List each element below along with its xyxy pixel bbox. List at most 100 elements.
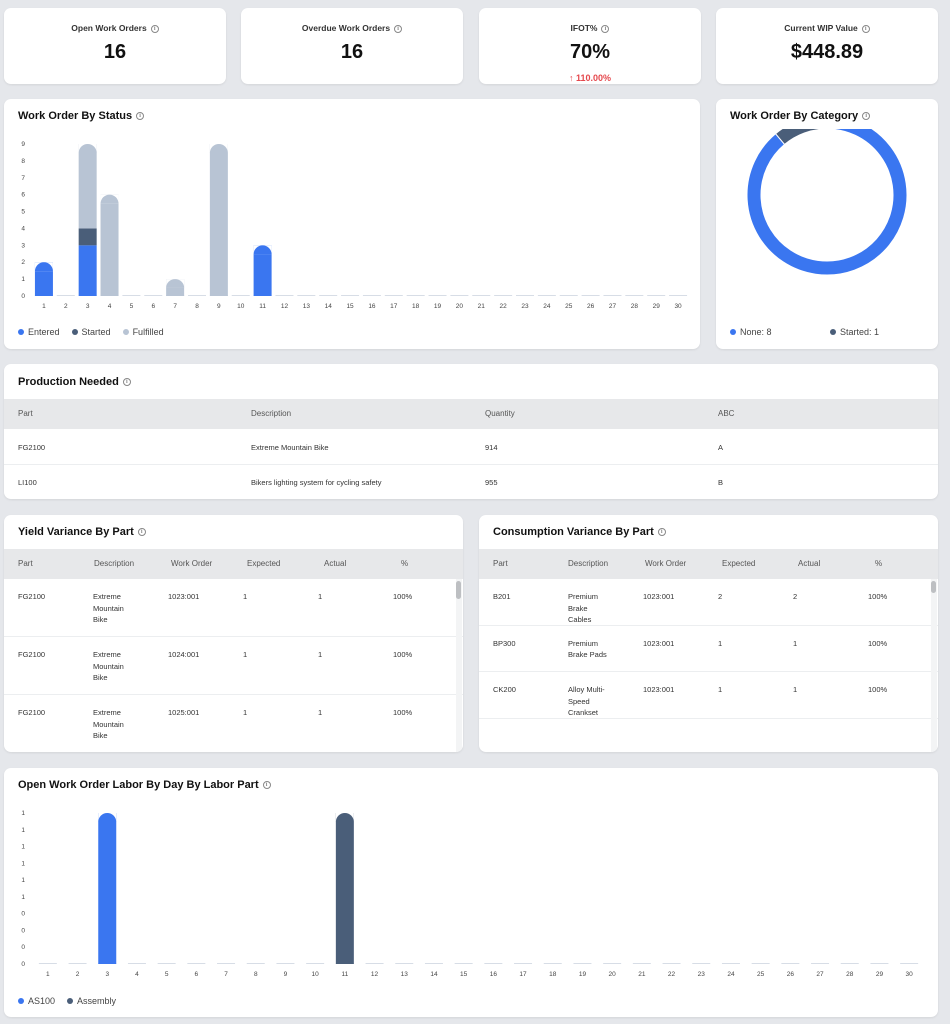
x-tick-label: 3 — [105, 971, 109, 978]
info-icon[interactable]: i — [263, 781, 271, 789]
baseline-stub — [455, 963, 473, 964]
baseline-stub — [752, 963, 770, 964]
row-divider — [479, 625, 938, 626]
x-tick-label: 25 — [757, 971, 765, 978]
baseline-stub — [306, 963, 324, 964]
bar-fulfilled-4[interactable] — [101, 195, 119, 296]
column-header[interactable]: ABC — [718, 409, 734, 418]
status-chart-card: Work Order By Statusi 012345678912345678… — [4, 99, 700, 349]
column-header[interactable]: Expected — [247, 559, 280, 568]
bar-fulfilled-3[interactable] — [79, 144, 97, 228]
x-tick-label: 26 — [787, 971, 795, 978]
donut-slice-none[interactable] — [747, 129, 907, 275]
info-icon[interactable]: i — [862, 112, 870, 120]
production-needed-card: Production Needed i Part Description Quan… — [4, 364, 938, 499]
card-title: Yield Variance By Part — [18, 526, 134, 538]
column-header[interactable]: % — [401, 559, 408, 568]
cell-expected: 2 — [718, 591, 722, 603]
bar-started-3[interactable] — [79, 228, 97, 245]
x-tick-label: 18 — [412, 303, 420, 310]
cell-actual: 1 — [318, 707, 322, 719]
cell-percent: 100% — [868, 638, 887, 650]
legend-item-entered[interactable]: Entered — [18, 327, 60, 337]
kpi-trend: ↑ 110.00% — [479, 73, 701, 83]
legend-dot — [123, 329, 129, 335]
legend-item-fulfilled[interactable]: Fulfilled — [123, 327, 164, 337]
x-tick-label: 3 — [86, 303, 90, 310]
cell-expected: 1 — [243, 707, 247, 719]
column-header[interactable]: % — [875, 559, 882, 568]
column-header[interactable]: Work Order — [645, 559, 686, 568]
scrollbar-thumb[interactable] — [931, 581, 936, 593]
cell-work-order: 1023:001 — [643, 638, 674, 650]
baseline-stub — [484, 963, 502, 964]
baseline-stub — [341, 295, 359, 296]
scrollbar[interactable] — [456, 579, 462, 752]
scrollbar[interactable] — [931, 579, 937, 752]
legend-item-as100[interactable]: AS100 — [18, 996, 55, 1006]
donut-slice-started[interactable] — [776, 129, 827, 144]
column-header[interactable]: Part — [493, 559, 508, 568]
column-header[interactable]: Actual — [798, 559, 820, 568]
legend-item-assembly[interactable]: Assembly — [67, 996, 116, 1006]
bar-fulfilled-9[interactable] — [210, 144, 228, 296]
baseline-stub — [544, 963, 562, 964]
info-icon[interactable]: i — [394, 25, 402, 33]
labor-chart-card: Open Work Order Labor By Day By Labor Pa… — [4, 768, 938, 1017]
legend-label: None: 8 — [740, 327, 772, 337]
x-tick-label: 30 — [674, 303, 682, 310]
row-divider — [479, 671, 938, 672]
column-header[interactable]: Part — [18, 409, 33, 418]
column-header[interactable]: Expected — [722, 559, 755, 568]
bar-as100-3[interactable] — [98, 813, 116, 964]
legend-item-none[interactable]: None: 8 — [730, 327, 772, 337]
x-tick-label: 29 — [876, 971, 884, 978]
baseline-stub — [385, 295, 403, 296]
baseline-stub — [232, 295, 250, 296]
x-tick-label: 24 — [543, 303, 551, 310]
card-title: Production Needed — [18, 376, 119, 388]
info-icon[interactable]: i — [862, 25, 870, 33]
x-tick-label: 9 — [217, 303, 221, 310]
column-header[interactable]: Actual — [324, 559, 346, 568]
baseline-stub — [122, 295, 140, 296]
legend-dot — [18, 329, 24, 335]
baseline-stub — [188, 295, 206, 296]
info-icon[interactable]: i — [123, 378, 131, 386]
x-tick-label: 19 — [579, 971, 587, 978]
cell-work-order: 1023:001 — [643, 591, 674, 603]
info-icon[interactable]: i — [151, 25, 159, 33]
bar-assembly-11[interactable] — [336, 813, 354, 964]
x-tick-label: 13 — [303, 303, 311, 310]
column-header[interactable]: Part — [18, 559, 33, 568]
cell-description: PremiumBrake Pads — [568, 638, 607, 661]
column-header[interactable]: Description — [251, 409, 291, 418]
x-tick-label: 5 — [165, 971, 169, 978]
column-header[interactable]: Description — [94, 559, 134, 568]
kpi-card-open-work-orders: Open Work Ordersi 16 — [4, 8, 226, 84]
category-donut-chart — [716, 129, 938, 319]
column-header[interactable]: Work Order — [171, 559, 212, 568]
baseline-stub — [57, 295, 75, 296]
info-icon[interactable]: i — [136, 112, 144, 120]
baseline-stub — [516, 295, 534, 296]
cell-part: FG2100 — [18, 707, 45, 719]
baseline-stub — [429, 295, 447, 296]
legend-label: AS100 — [28, 996, 55, 1006]
kpi-label: IFOT% — [571, 23, 598, 33]
cell-percent: 100% — [393, 591, 412, 603]
baseline-stub — [781, 963, 799, 964]
info-icon[interactable]: i — [658, 528, 666, 536]
info-icon[interactable]: i — [138, 528, 146, 536]
legend-item-started[interactable]: Started — [72, 327, 111, 337]
column-header[interactable]: Description — [568, 559, 608, 568]
bar-entered-3[interactable] — [79, 245, 97, 296]
row-divider — [4, 636, 463, 637]
baseline-stub — [39, 963, 57, 964]
legend-item-started[interactable]: Started: 1 — [830, 327, 879, 337]
cell-expected: 1 — [243, 591, 247, 603]
cell-expected: 1 — [718, 684, 722, 696]
info-icon[interactable]: i — [601, 25, 609, 33]
column-header[interactable]: Quantity — [485, 409, 515, 418]
scrollbar-thumb[interactable] — [456, 581, 461, 599]
